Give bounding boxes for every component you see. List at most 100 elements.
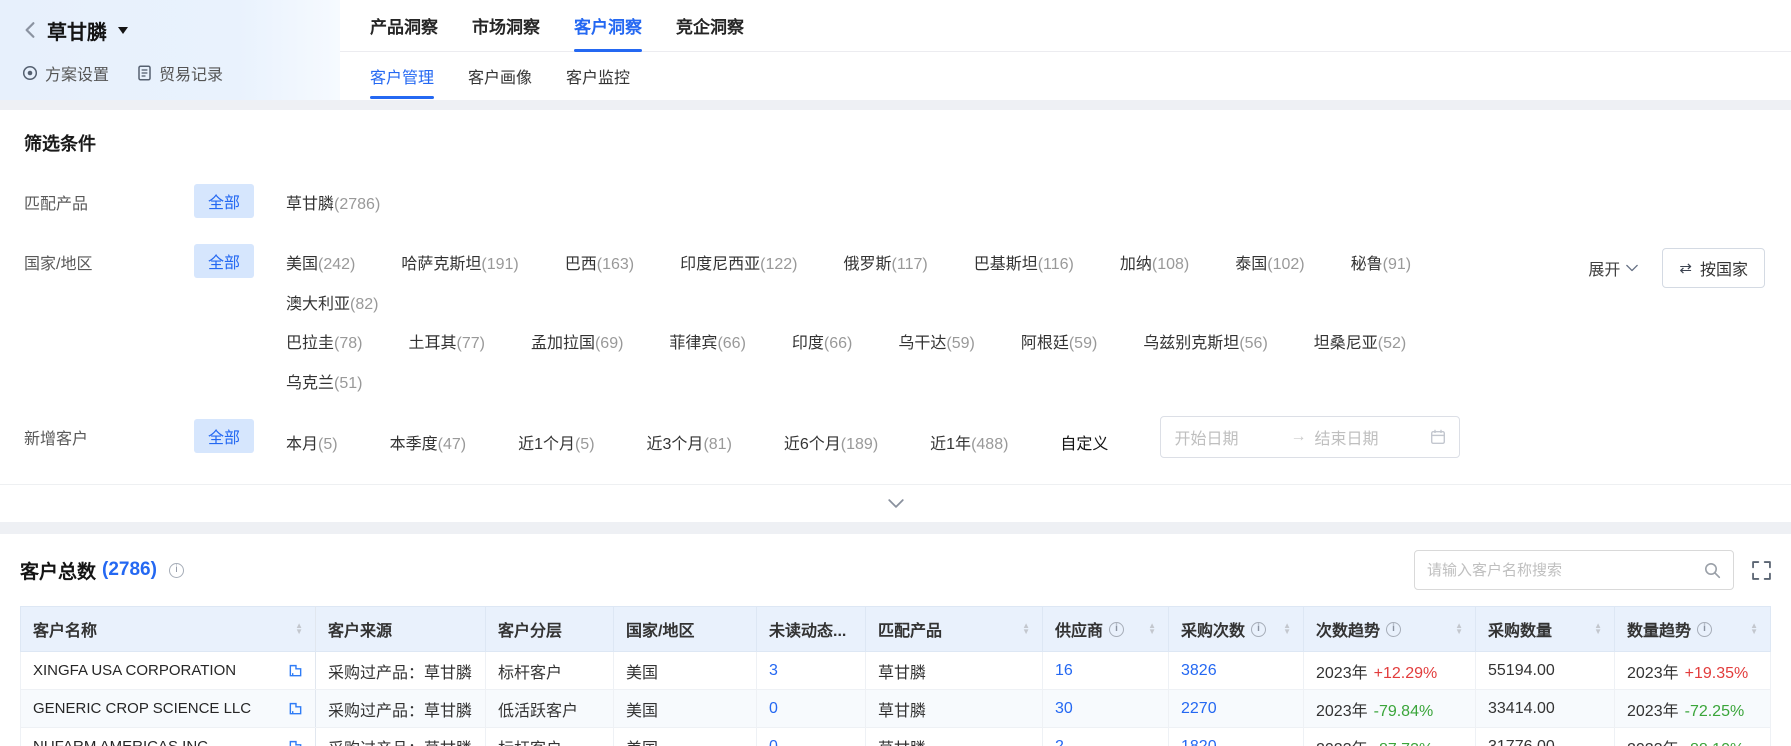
new-customer-option[interactable]: 近1个月(5) — [518, 430, 594, 454]
purchase-count-link[interactable]: 1820 — [1181, 738, 1217, 746]
col-purchase-count[interactable]: 采购次数i▲▼ — [1169, 607, 1304, 652]
company-icon[interactable] — [288, 739, 303, 746]
document-icon — [137, 65, 152, 81]
sort-icon[interactable]: ▲▼ — [1022, 623, 1030, 635]
country-option[interactable]: 印度(66) — [792, 329, 852, 353]
info-icon[interactable]: i — [1251, 622, 1266, 637]
calendar-icon — [1430, 429, 1446, 445]
product-all-chip[interactable]: 全部 — [194, 184, 254, 218]
tab-product-insight[interactable]: 产品洞察 — [370, 0, 438, 51]
subtab-customer-monitor[interactable]: 客户监控 — [566, 52, 630, 99]
new-customer-option[interactable]: 本月(5) — [286, 430, 338, 454]
country-option[interactable]: 秘鲁(91) — [1351, 250, 1411, 274]
country-option[interactable]: 泰国(102) — [1235, 250, 1304, 274]
country-option[interactable]: 阿根廷(59) — [1021, 329, 1097, 353]
customer-name-link[interactable]: XINGFA USA CORPORATION — [33, 662, 288, 679]
country-option[interactable]: 俄罗斯(117) — [844, 250, 928, 274]
product-option[interactable]: 草甘膦(2786) — [286, 190, 380, 214]
expand-countries-button[interactable]: 展开 — [1588, 256, 1638, 280]
tab-market-insight[interactable]: 市场洞察 — [472, 0, 540, 51]
new-customer-all-chip[interactable]: 全部 — [194, 419, 254, 453]
country-option[interactable]: 哈萨克斯坦(191) — [401, 250, 518, 274]
customer-search-input[interactable] — [1427, 562, 1704, 579]
subtab-customer-profile[interactable]: 客户画像 — [468, 52, 532, 99]
new-customer-option[interactable]: 近6个月(189) — [784, 430, 878, 454]
back-button[interactable] — [22, 21, 38, 39]
tab-customer-insight[interactable]: 客户洞察 — [574, 0, 642, 51]
filter-row-product: 匹配产品 全部 草甘膦(2786) — [24, 184, 1767, 218]
country-option[interactable]: 菲律宾(66) — [669, 329, 745, 353]
customer-name-link[interactable]: GENERIC CROP SCIENCE LLC — [33, 700, 288, 717]
by-country-toggle-button[interactable]: ⇄ 按国家 — [1662, 248, 1765, 288]
country-option[interactable]: 巴基斯坦(116) — [974, 250, 1074, 274]
country-option[interactable]: 巴西(163) — [565, 250, 634, 274]
info-icon[interactable]: i — [1386, 622, 1401, 637]
customer-search-box[interactable] — [1414, 550, 1734, 590]
fullscreen-icon[interactable] — [1752, 561, 1771, 580]
country-option[interactable]: 孟加拉国(69) — [531, 329, 623, 353]
country-option[interactable]: 巴拉圭(78) — [286, 329, 362, 353]
purchase-count-link[interactable]: 2270 — [1181, 700, 1217, 717]
col-purchase-quantity[interactable]: 采购数量▲▼ — [1476, 607, 1615, 652]
customer-source: 采购过产品：草甘膦 — [316, 652, 486, 690]
target-icon — [22, 65, 38, 81]
chevron-down-icon — [1626, 264, 1638, 272]
unread-updates-link[interactable]: 0 — [769, 738, 778, 746]
filter-row-new-customer: 新增客户 全部 本月(5) 本季度(47) 近1个月(5) 近3个月(81) 近… — [24, 419, 1767, 458]
date-range-input[interactable]: 开始日期 → 结束日期 — [1160, 416, 1460, 458]
quantity-trend: 2023年-88.10% — [1615, 728, 1771, 746]
sort-icon[interactable]: ▲▼ — [1750, 623, 1758, 635]
new-customer-option[interactable]: 近3个月(81) — [647, 430, 732, 454]
sort-icon[interactable]: ▲▼ — [295, 623, 303, 635]
info-icon[interactable]: i — [1697, 622, 1712, 637]
customer-country: 美国 — [614, 652, 757, 690]
sort-icon[interactable]: ▲▼ — [1283, 623, 1291, 635]
customer-total-count: (2786) — [102, 559, 157, 581]
product-dropdown-icon[interactable] — [118, 27, 128, 39]
country-option[interactable]: 澳大利亚(82) — [286, 290, 378, 314]
new-customer-option[interactable]: 本季度(47) — [390, 430, 466, 454]
country-all-chip[interactable]: 全部 — [194, 244, 254, 278]
country-option[interactable]: 土耳其(77) — [408, 329, 484, 353]
search-icon[interactable] — [1704, 562, 1721, 579]
col-matched-product[interactable]: 匹配产品▲▼ — [866, 607, 1043, 652]
sort-icon[interactable]: ▲▼ — [1455, 623, 1463, 635]
subtab-customer-manage[interactable]: 客户管理 — [370, 52, 434, 99]
suppliers-link[interactable]: 2 — [1055, 738, 1064, 746]
unread-updates-link[interactable]: 0 — [769, 700, 778, 717]
customer-source: 采购过产品：草甘膦 — [316, 690, 486, 728]
sort-icon[interactable]: ▲▼ — [1594, 623, 1602, 635]
info-icon[interactable]: i — [169, 563, 184, 578]
country-option[interactable]: 坦桑尼亚(52) — [1314, 329, 1406, 353]
company-icon[interactable] — [288, 663, 303, 678]
customer-name-link[interactable]: NUFARM AMERICAS INC — [33, 738, 288, 746]
product-name[interactable]: 草甘膦 — [47, 16, 107, 45]
suppliers-link[interactable]: 16 — [1055, 662, 1073, 679]
info-icon[interactable]: i — [1109, 622, 1124, 637]
country-option[interactable]: 乌克兰(51) — [286, 369, 362, 393]
custom-date-option[interactable]: 自定义 — [1060, 430, 1108, 454]
end-date-input[interactable]: 结束日期 — [1314, 425, 1422, 449]
collapse-filters-button[interactable] — [0, 484, 1791, 522]
country-option[interactable]: 乌兹别克斯坦(56) — [1143, 329, 1267, 353]
country-option[interactable]: 美国(242) — [286, 250, 355, 274]
col-customer-name[interactable]: 客户名称▲▼ — [21, 607, 316, 652]
table-row: XINGFA USA CORPORATION 采购过产品：草甘膦 标杆客户 美国… — [21, 652, 1771, 690]
col-quantity-trend[interactable]: 数量趋势i▲▼ — [1615, 607, 1771, 652]
country-option[interactable]: 加纳(108) — [1120, 250, 1189, 274]
new-customer-option[interactable]: 近1年(488) — [930, 430, 1008, 454]
company-icon[interactable] — [288, 701, 303, 716]
col-suppliers[interactable]: 供应商i▲▼ — [1043, 607, 1169, 652]
purchase-count-link[interactable]: 3826 — [1181, 662, 1217, 679]
scheme-settings-button[interactable]: 方案设置 — [22, 61, 109, 85]
col-count-trend[interactable]: 次数趋势i▲▼ — [1304, 607, 1476, 652]
suppliers-link[interactable]: 30 — [1055, 700, 1073, 717]
country-option[interactable]: 乌干达(59) — [898, 329, 974, 353]
count-trend: 2023年-87.73% — [1304, 728, 1476, 746]
tab-competitor-insight[interactable]: 竞企洞察 — [676, 0, 744, 51]
unread-updates-link[interactable]: 3 — [769, 662, 778, 679]
sort-icon[interactable]: ▲▼ — [1148, 623, 1156, 635]
start-date-input[interactable]: 开始日期 — [1174, 425, 1282, 449]
trade-records-button[interactable]: 贸易记录 — [137, 61, 223, 85]
country-option[interactable]: 印度尼西亚(122) — [680, 250, 797, 274]
